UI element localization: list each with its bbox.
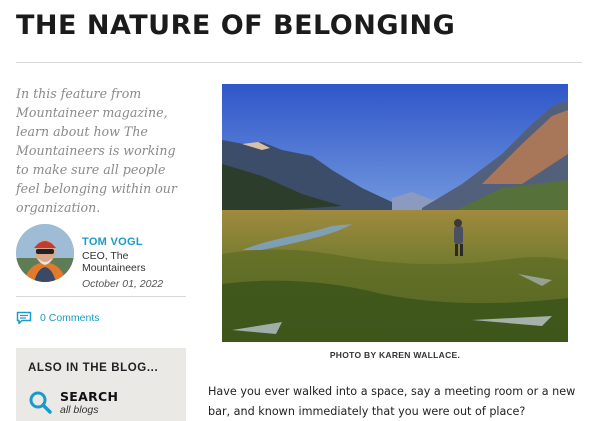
author-block: TOM VOGL CEO, The Mountaineers October 0… [16, 224, 186, 290]
avatar-photo [16, 224, 74, 282]
search-blogs-link[interactable]: SEARCH all blogs [28, 390, 118, 416]
comments-link[interactable]: 0 Comments [16, 310, 100, 326]
author-avatar[interactable] [16, 224, 74, 282]
page-title: THE NATURE OF BELONGING [16, 10, 456, 41]
article-photo [222, 84, 568, 342]
publish-date: October 01, 2022 [82, 278, 164, 290]
author-role: CEO, The Mountaineers [82, 250, 146, 274]
mountain-valley-photo [222, 84, 568, 342]
comments-count: 0 Comments [40, 312, 100, 324]
author-name[interactable]: TOM VOGL [82, 236, 143, 248]
search-label: SEARCH [60, 389, 119, 404]
title-divider [16, 62, 582, 63]
also-in-blog-heading: ALSO IN THE BLOG... [28, 362, 159, 374]
magnifier-icon [29, 391, 52, 414]
search-sublabel: all blogs [60, 404, 99, 416]
article-intro: In this feature from Mountaineer magazin… [16, 86, 177, 215]
photo-credit: PHOTO BY KAREN WALLACE. [329, 350, 461, 360]
article-sidebar: In this feature from Mountaineer magazin… [16, 84, 186, 421]
sidebar-divider [16, 296, 186, 297]
also-in-blog-panel: ALSO IN THE BLOG... SEARCH all blogs [16, 348, 186, 421]
speech-bubble-icon [16, 311, 32, 325]
article-body-paragraph: Have you ever walked into a space, say a… [208, 385, 576, 418]
